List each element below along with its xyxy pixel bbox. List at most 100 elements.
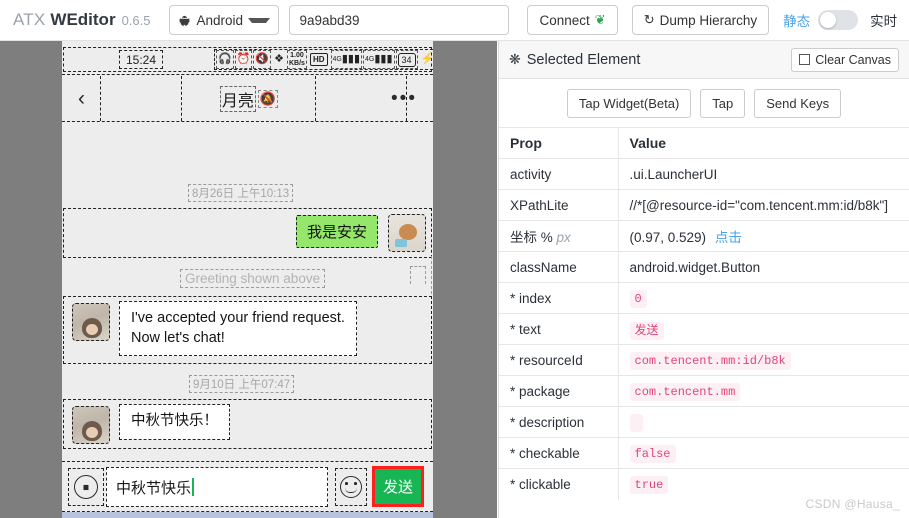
connect-button[interactable]: Connect ❦ bbox=[527, 5, 618, 35]
greeting-hint: Greeting shown above bbox=[180, 269, 326, 288]
text-caret bbox=[192, 478, 194, 496]
brand-prefix: ATX bbox=[13, 10, 46, 29]
chat-title: 月亮 bbox=[219, 85, 256, 112]
selected-element-panel: ❋ Selected Element Clear Canvas Tap Widg… bbox=[498, 41, 909, 518]
android-icon bbox=[178, 14, 191, 27]
target-icon: ❋ bbox=[509, 51, 521, 67]
send-keys-button[interactable]: Send Keys bbox=[754, 88, 842, 118]
tap-coordinate-link[interactable]: 点击 bbox=[715, 230, 742, 245]
clear-canvas-button[interactable]: Clear Canvas bbox=[791, 47, 899, 72]
app-version: 0.6.5 bbox=[121, 13, 151, 28]
nav-spacer-left bbox=[102, 76, 182, 121]
prop-value-code: com.tencent.mm:id/b8k bbox=[629, 352, 791, 370]
prop-name: activity bbox=[499, 158, 619, 190]
prop-value: //*[@resource-id="com.tencent.mm:id/b8k"… bbox=[618, 189, 909, 221]
alarm-icon: ⏰ bbox=[234, 50, 253, 69]
bolt-icon: ⚡ bbox=[420, 53, 433, 65]
app-brand: ATX WEditor 0.6.5 bbox=[13, 10, 150, 30]
coord-label: 坐标 bbox=[510, 230, 537, 245]
clear-canvas-checkbox[interactable] bbox=[799, 54, 811, 65]
emoji-icon[interactable] bbox=[335, 468, 367, 506]
refresh-icon: ↻ bbox=[643, 12, 655, 27]
coord-value: (0.97, 0.529) bbox=[629, 230, 707, 245]
screenshot-canvas-area[interactable]: 15:24 🎧 ⏰ 🔇 ❖ 1.00 KB/s HD 4G▮▮▮ 4G▮▮▮ bbox=[0, 41, 497, 518]
prop-value: 发送 bbox=[618, 313, 909, 345]
prop-value: android.widget.Button bbox=[618, 251, 909, 283]
prop-name: XPathLite bbox=[499, 189, 619, 221]
prop-value: com.tencent.mm bbox=[618, 375, 909, 407]
prop-value: com.tencent.mm:id/b8k bbox=[618, 344, 909, 376]
chat-text-input[interactable]: 中秋节快乐 bbox=[106, 467, 328, 507]
outgoing-message-bubble[interactable]: 我是安安 bbox=[295, 215, 378, 248]
prop-name: * clickable bbox=[499, 468, 619, 500]
chevron-left-icon[interactable]: ‹ bbox=[63, 76, 101, 121]
prop-name: className bbox=[499, 251, 619, 283]
panel-action-buttons: Tap Widget(Beta) Tap Send Keys bbox=[499, 79, 909, 127]
dump-hierarchy-button[interactable]: ↻ Dump Hierarchy bbox=[631, 5, 770, 35]
prop-value: 0 bbox=[618, 282, 909, 314]
tap-button[interactable]: Tap bbox=[700, 88, 746, 118]
prop-value-code: 发送 bbox=[629, 321, 664, 340]
panel-header: ❋ Selected Element Clear Canvas bbox=[499, 41, 909, 79]
bluetooth-icon: ❖ bbox=[274, 53, 284, 65]
prop-name: * description bbox=[499, 406, 619, 438]
panel-title: Selected Element bbox=[526, 51, 641, 68]
prop-value: false bbox=[618, 437, 909, 469]
dump-hierarchy-label: Dump Hierarchy bbox=[659, 12, 758, 28]
watermark: CSDN @Hausa_ bbox=[805, 497, 900, 511]
chat-title-group: 月亮 🔕 bbox=[183, 76, 316, 121]
chat-row-incoming-1[interactable]: I've accepted your friend request. Now l… bbox=[63, 296, 432, 364]
hd-icon: HD bbox=[308, 50, 330, 69]
bell-mute-icon: 🔕 bbox=[257, 89, 279, 108]
incoming-message-bubble-1[interactable]: I've accepted your friend request. Now l… bbox=[119, 301, 357, 357]
table-header-row: Prop Value bbox=[499, 127, 909, 159]
prop-value bbox=[618, 406, 909, 438]
prop-name: 坐标 % px bbox=[499, 220, 619, 252]
clear-canvas-label: Clear Canvas bbox=[815, 52, 891, 67]
table-row: 坐标 % px (0.97, 0.529) 点击 bbox=[499, 220, 909, 252]
chat-text-value: 中秋节快乐 bbox=[116, 479, 192, 497]
prop-value-code: com.tencent.mm bbox=[629, 383, 741, 401]
chat-timestamp-1: 8月26日 上午10:13 bbox=[188, 184, 294, 202]
unit-percent[interactable]: % bbox=[541, 230, 553, 245]
prop-name: * index bbox=[499, 282, 619, 314]
mode-static-label[interactable]: 静态 bbox=[783, 10, 810, 30]
connect-label: Connect bbox=[539, 12, 590, 28]
static-live-toggle[interactable] bbox=[818, 10, 859, 30]
avatar[interactable] bbox=[72, 303, 110, 341]
properties-table: Prop Value activity .ui.LauncherUI XPath… bbox=[499, 127, 909, 500]
table-row: * clickable true bbox=[499, 468, 909, 500]
incoming-message-bubble-2[interactable]: 中秋节快乐！ bbox=[119, 404, 230, 440]
chat-timestamp-2: 9月10日 上午07:47 bbox=[189, 375, 295, 393]
prop-name: * resourceId bbox=[499, 344, 619, 376]
voice-icon[interactable]: ⏹ bbox=[68, 468, 104, 506]
prop-value-code: false bbox=[629, 445, 676, 463]
table-row: * checkable false bbox=[499, 437, 909, 469]
column-header-value: Value bbox=[618, 127, 909, 159]
send-button[interactable]: 发送 bbox=[372, 466, 424, 507]
table-row: XPathLite //*[@resource-id="com.tencent.… bbox=[499, 189, 909, 221]
table-row: * package com.tencent.mm bbox=[499, 375, 909, 407]
prop-value-code: 0 bbox=[629, 290, 647, 308]
signal-icon-1: 4G ▮▮▮ bbox=[330, 50, 363, 69]
device-status-bar: 15:24 🎧 ⏰ 🔇 ❖ 1.00 KB/s HD 4G▮▮▮ 4G▮▮▮ bbox=[62, 47, 433, 73]
avatar[interactable] bbox=[72, 406, 110, 444]
prop-value-code: true bbox=[629, 476, 669, 495]
status-bar-time: 15:24 bbox=[119, 50, 163, 69]
device-serial-input[interactable] bbox=[289, 5, 510, 35]
chat-row-incoming-2[interactable]: 中秋节快乐！ bbox=[63, 399, 432, 449]
table-row: className android.widget.Button bbox=[499, 251, 909, 283]
device-screenshot[interactable]: 15:24 🎧 ⏰ 🔇 ❖ 1.00 KB/s HD 4G▮▮▮ 4G▮▮▮ bbox=[62, 41, 433, 518]
tap-widget-button[interactable]: Tap Widget(Beta) bbox=[566, 88, 692, 118]
toggle-knob bbox=[820, 12, 837, 28]
signal-icon-2: 4G ▮▮▮ bbox=[363, 50, 395, 69]
device-platform-select[interactable]: Android bbox=[169, 5, 280, 35]
avatar[interactable] bbox=[388, 214, 426, 252]
mode-live-label[interactable]: 实时 bbox=[870, 10, 897, 30]
status-bar-icons: 🎧 ⏰ 🔇 ❖ 1.00 KB/s HD 4G ▮▮▮ 4G ▮▮▮ 34 ⚡ bbox=[214, 49, 433, 70]
unit-px[interactable]: px bbox=[557, 230, 571, 245]
more-dots-icon[interactable]: ••• bbox=[381, 76, 427, 121]
table-row: activity .ui.LauncherUI bbox=[499, 158, 909, 190]
chat-row-outgoing[interactable]: 我是安安 bbox=[63, 208, 432, 258]
network-speed-indicator: 1.00 KB/s bbox=[286, 50, 307, 69]
